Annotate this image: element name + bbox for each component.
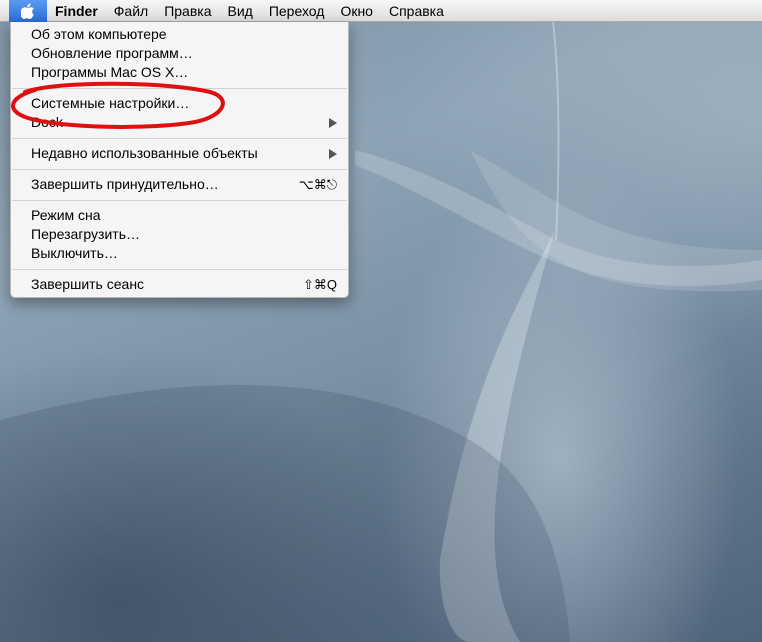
menu-separator	[12, 88, 347, 89]
menu-view[interactable]: Вид	[220, 0, 261, 22]
menu-finder[interactable]: Finder	[47, 0, 106, 22]
menu-item-label: Выключить…	[31, 245, 118, 261]
menu-item-label: Режим сна	[31, 207, 101, 223]
menu-separator	[12, 200, 347, 201]
menu-item-label: Программы Mac OS X…	[31, 64, 189, 80]
menu-go[interactable]: Переход	[261, 0, 333, 22]
menu-item-log-out[interactable]: Завершить сеанс ⇧⌘Q	[11, 275, 348, 294]
menu-separator	[12, 138, 347, 139]
menu-bar: Finder Файл Правка Вид Переход Окно Спра…	[0, 0, 762, 22]
menu-item-label: Недавно использованные объекты	[31, 145, 258, 161]
menu-file[interactable]: Файл	[106, 0, 156, 22]
menu-item-label: Системные настройки…	[31, 95, 190, 111]
menu-item-label: Обновление программ…	[31, 45, 193, 61]
menu-item-force-quit[interactable]: Завершить принудительно… ⌥⌘⎋	[11, 175, 348, 194]
menu-item-dock[interactable]: Dock	[11, 113, 348, 132]
menu-item-restart[interactable]: Перезагрузить…	[11, 225, 348, 244]
menu-window[interactable]: Окно	[332, 0, 381, 22]
menu-separator	[12, 169, 347, 170]
menu-item-label: Завершить принудительно…	[31, 176, 219, 192]
menu-item-shut-down[interactable]: Выключить…	[11, 244, 348, 263]
menu-item-label: Завершить сеанс	[31, 276, 145, 292]
menu-item-label: Перезагрузить…	[31, 226, 140, 242]
submenu-arrow-icon	[329, 149, 337, 159]
menu-item-mac-os-x-software[interactable]: Программы Mac OS X…	[11, 63, 348, 82]
menu-item-label: Dock	[31, 114, 63, 130]
keyboard-shortcut: ⌥⌘⎋	[298, 177, 337, 192]
desktop[interactable]: Finder Файл Правка Вид Переход Окно Спра…	[0, 0, 762, 642]
apple-logo-icon	[21, 3, 34, 19]
menu-item-software-update[interactable]: Обновление программ…	[11, 44, 348, 63]
menu-item-label: Об этом компьютере	[31, 26, 167, 42]
apple-menu-button[interactable]	[9, 0, 47, 22]
menu-item-about[interactable]: Об этом компьютере	[11, 25, 348, 44]
menu-separator	[12, 269, 347, 270]
keyboard-shortcut: ⇧⌘Q	[302, 277, 337, 292]
apple-menu-dropdown: Об этом компьютере Обновление программ… …	[10, 22, 349, 298]
menu-item-system-preferences[interactable]: Системные настройки…	[11, 94, 348, 113]
menu-item-sleep[interactable]: Режим сна	[11, 206, 348, 225]
menu-help[interactable]: Справка	[381, 0, 452, 22]
menu-item-recent-items[interactable]: Недавно использованные объекты	[11, 144, 348, 163]
submenu-arrow-icon	[329, 118, 337, 128]
menu-edit[interactable]: Правка	[156, 0, 219, 22]
